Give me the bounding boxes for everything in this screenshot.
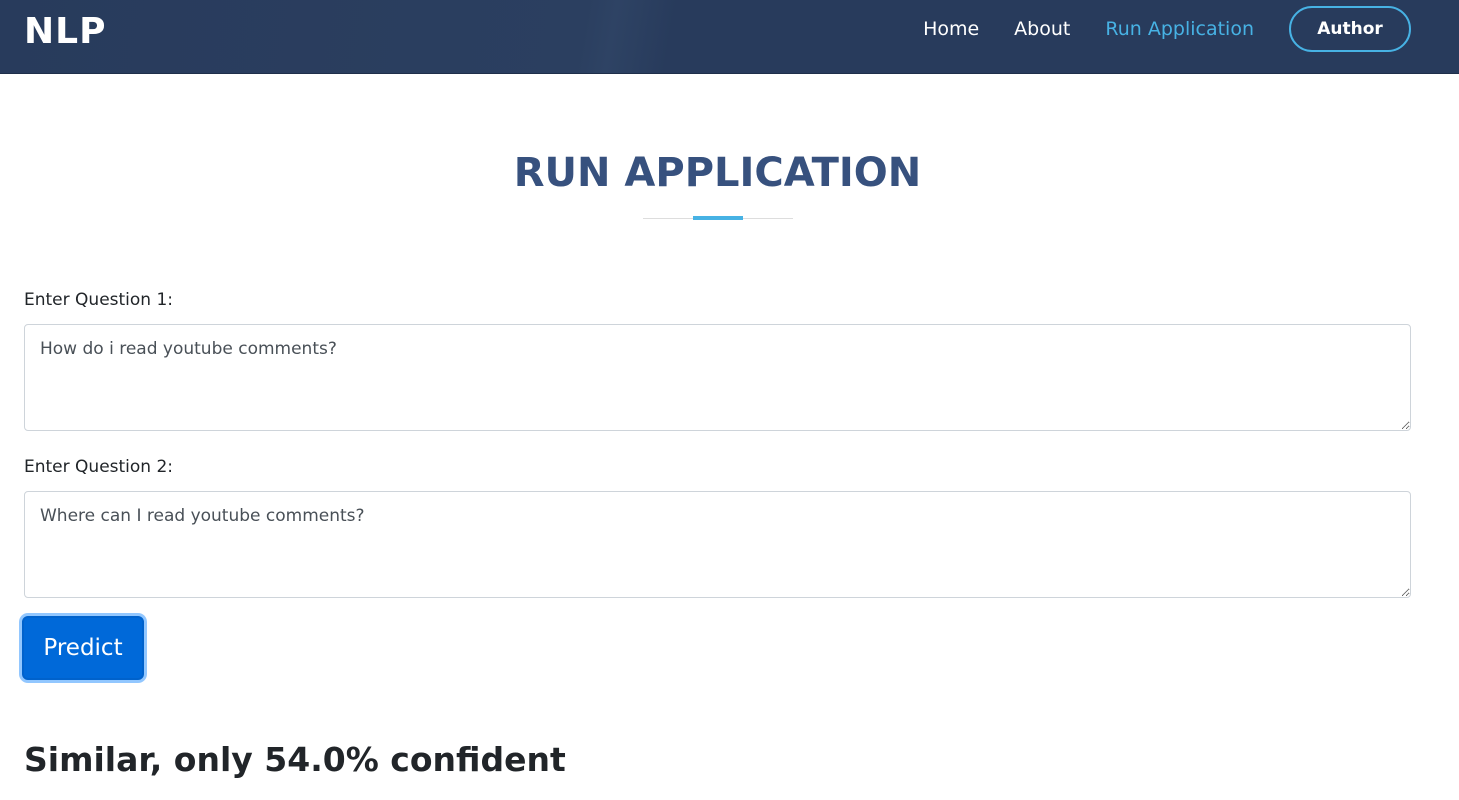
brand-logo[interactable]: NLP [24, 10, 106, 54]
nav-home[interactable]: Home [923, 6, 979, 52]
predict-button[interactable]: Predict [22, 616, 144, 680]
question2-input[interactable]: Where can I read youtube comments? [24, 491, 1411, 598]
nav-run-application[interactable]: Run Application [1105, 6, 1254, 52]
nav-menu: Home About Run Application Author [923, 6, 1411, 52]
nav-about[interactable]: About [1014, 6, 1070, 52]
page-title: RUN APPLICATION [513, 150, 922, 196]
title-accent-bar [693, 216, 743, 220]
navbar: NLP Home About Run Application Author [0, 0, 1459, 74]
question1-input[interactable]: How do i read youtube comments? [24, 324, 1411, 431]
question1-label: Enter Question 1: [24, 290, 174, 310]
author-button[interactable]: Author [1289, 6, 1411, 52]
question2-label: Enter Question 2: [24, 457, 174, 477]
prediction-result: Similar, only 54.0% confident [24, 740, 566, 779]
